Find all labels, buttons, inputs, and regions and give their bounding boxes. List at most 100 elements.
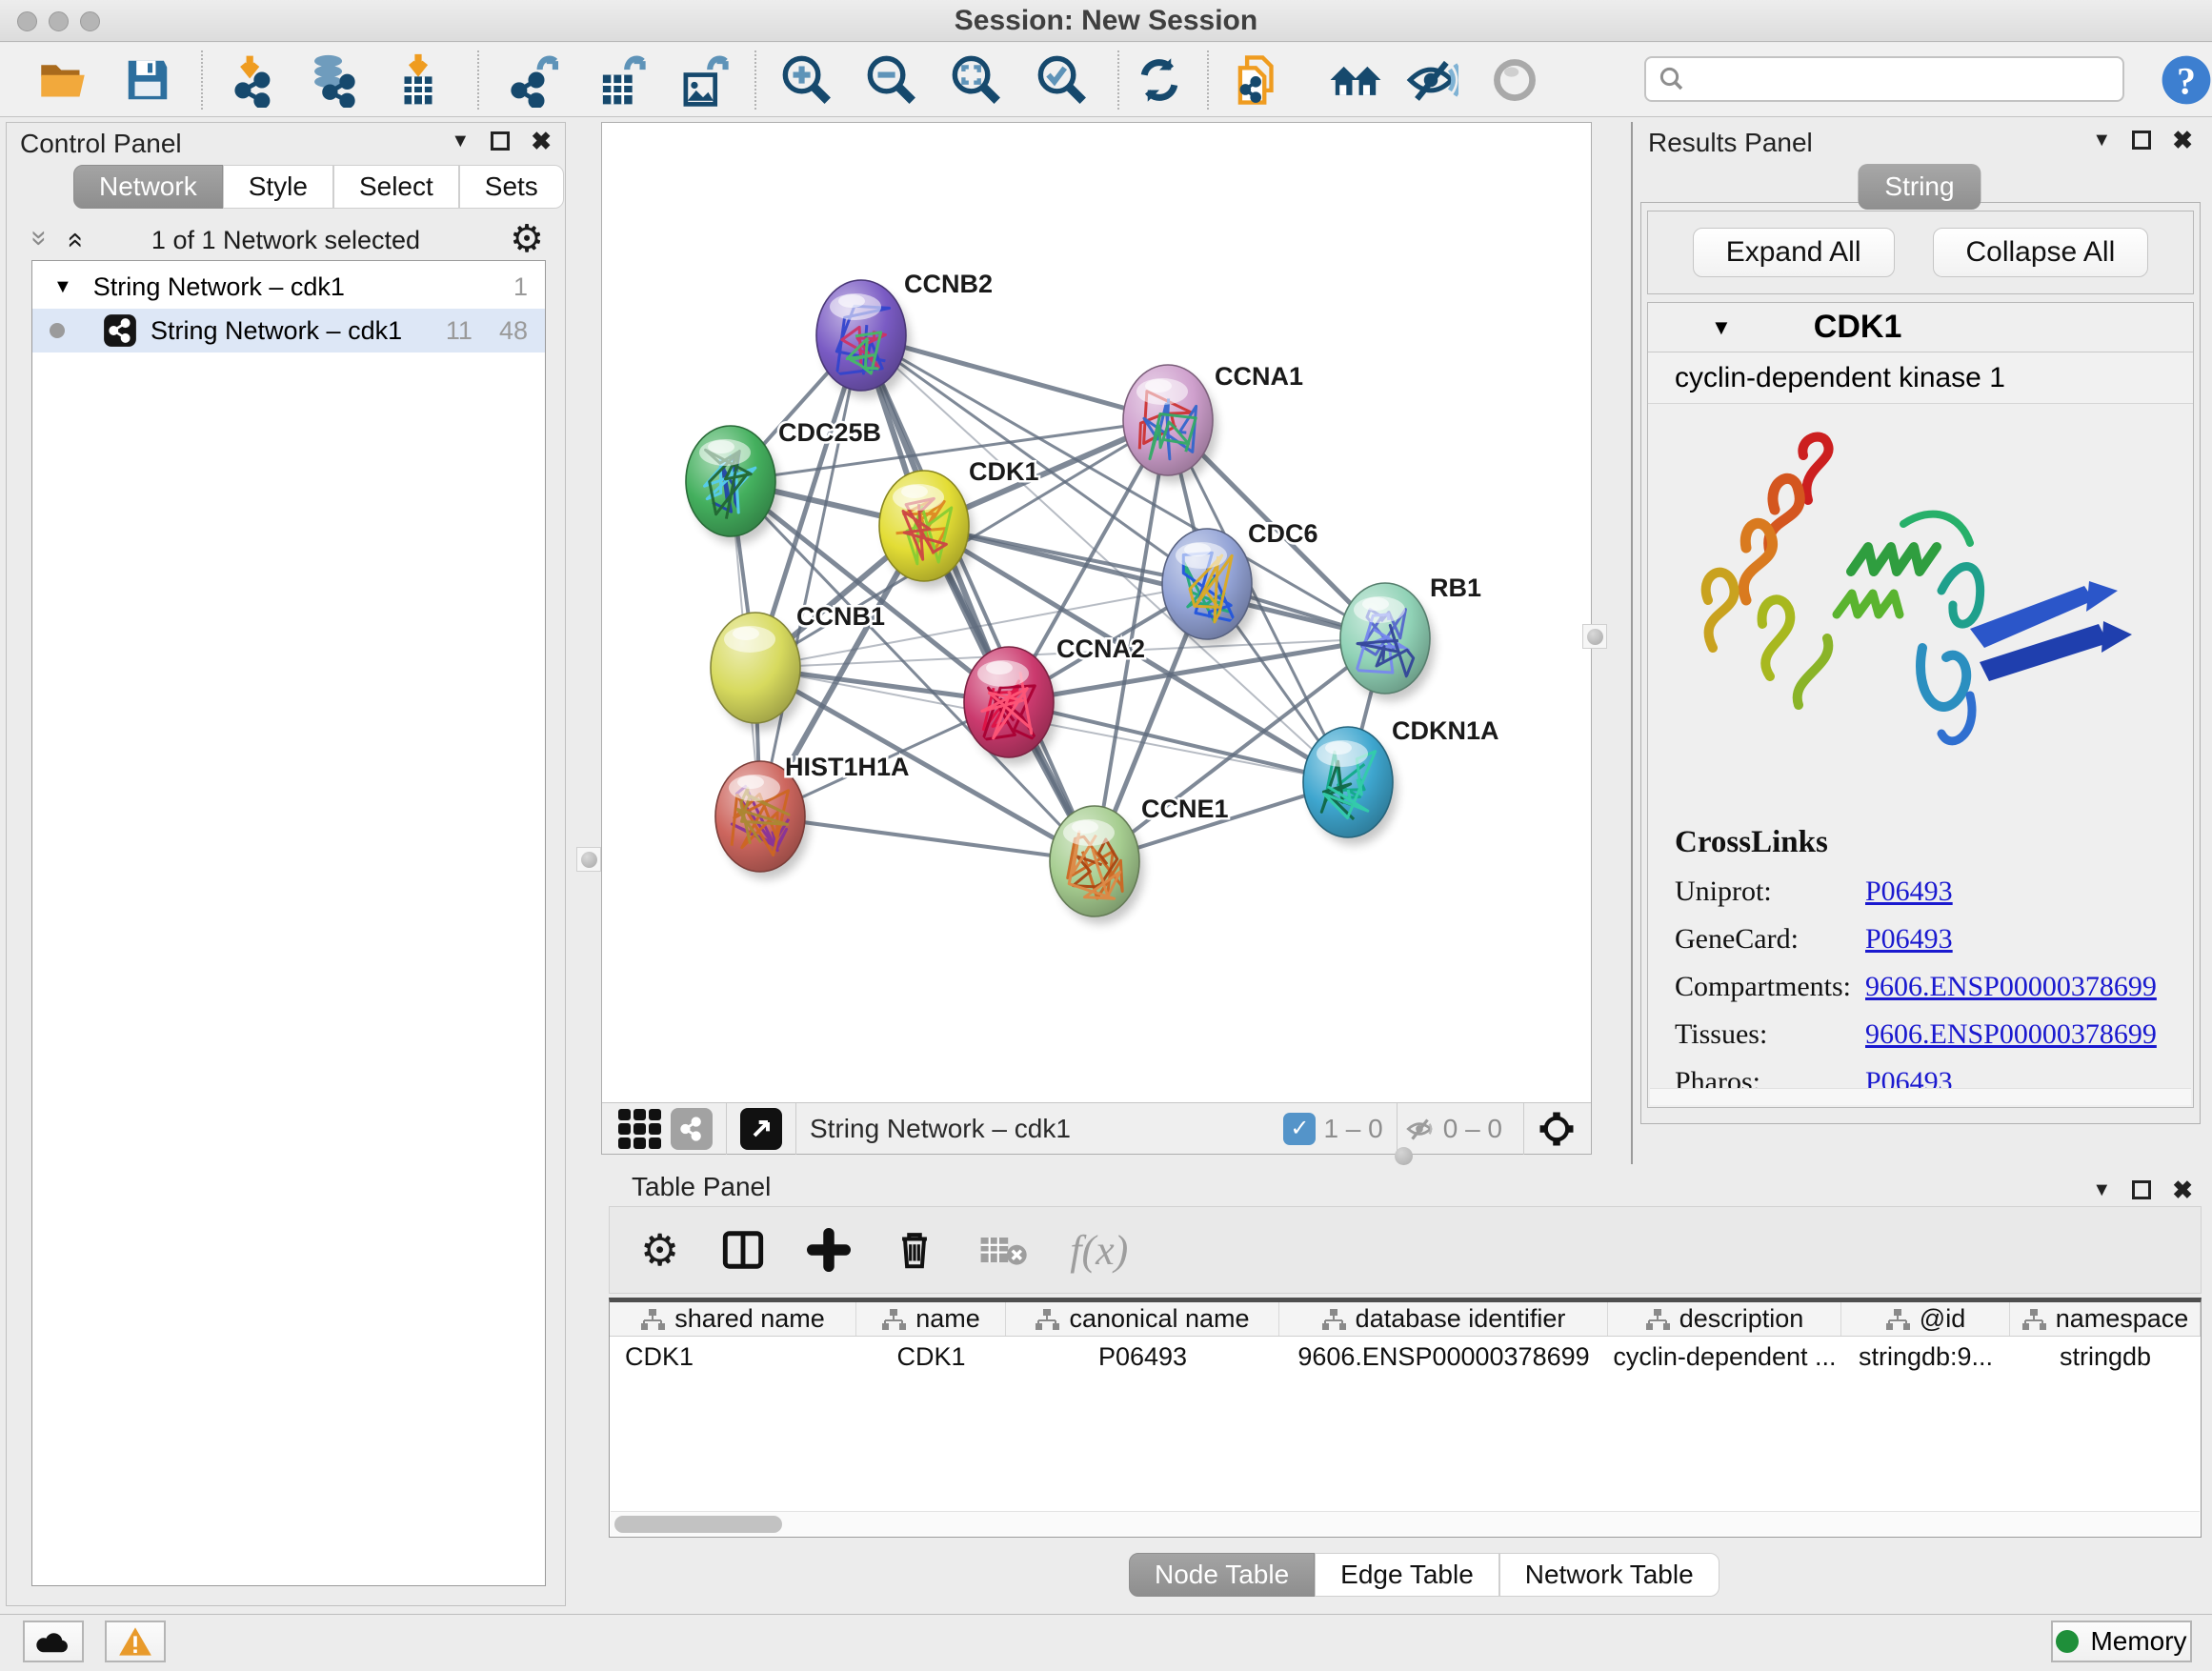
navigator-crosshair-icon[interactable] bbox=[1538, 1110, 1576, 1148]
gear-icon[interactable]: ⚙ bbox=[640, 1228, 679, 1272]
import-network-file-button[interactable] bbox=[222, 50, 281, 110]
table-cell: stringdb bbox=[2010, 1337, 2201, 1377]
tab-network-table[interactable]: Network Table bbox=[1499, 1553, 1719, 1597]
crosslink-value-link[interactable]: P06493 bbox=[1865, 923, 1953, 956]
protein-node-cdc6[interactable] bbox=[1162, 529, 1257, 647]
table-header-row[interactable]: shared namenamecanonical name database id… bbox=[610, 1302, 2201, 1337]
zoom-in-button[interactable] bbox=[777, 50, 836, 110]
search-box[interactable] bbox=[1644, 56, 2124, 102]
network-view[interactable]: CCNB2CCNA1CDC25BCDK1CDC6RB1CCNB1CCNA2CDK… bbox=[601, 122, 1592, 1155]
protein-node-cdk1[interactable] bbox=[879, 471, 974, 589]
right-divider-handle[interactable] bbox=[1582, 624, 1607, 649]
gene-section-header[interactable]: ▼ CDK1 bbox=[1648, 303, 2193, 352]
crosslink-value-link[interactable]: 9606.ENSP00000378699 bbox=[1865, 1018, 2157, 1051]
search-input[interactable] bbox=[1694, 65, 2094, 94]
node-label: CCNE1 bbox=[1141, 795, 1229, 823]
column-header-4[interactable]: description bbox=[1608, 1302, 1841, 1336]
delete-table-icon[interactable] bbox=[978, 1231, 1028, 1269]
close-panel-icon[interactable]: ✖ bbox=[2172, 1176, 2193, 1205]
window-title: Session: New Session bbox=[955, 5, 1257, 37]
maximize-window-icon[interactable] bbox=[80, 11, 100, 31]
float-panel-icon[interactable] bbox=[2132, 131, 2151, 150]
expand-all-button[interactable]: Expand All bbox=[1693, 228, 1895, 277]
protein-node-ccna1[interactable] bbox=[1123, 365, 1217, 483]
collapse-all-button[interactable]: Collapse All bbox=[1933, 228, 2149, 277]
zoom-out-button[interactable] bbox=[862, 50, 921, 110]
tab-network[interactable]: Network bbox=[73, 165, 223, 209]
tab-style[interactable]: Style bbox=[223, 165, 333, 209]
tab-select[interactable]: Select bbox=[333, 165, 459, 209]
separator bbox=[1523, 1103, 1524, 1155]
section-scrollbar[interactable] bbox=[1650, 1088, 2191, 1105]
split-columns-icon[interactable] bbox=[721, 1228, 765, 1272]
tab-edge-table[interactable]: Edge Table bbox=[1315, 1553, 1499, 1597]
grid-view-icon[interactable] bbox=[615, 1108, 663, 1150]
protein-node-rb1[interactable] bbox=[1340, 583, 1435, 701]
houses-button[interactable] bbox=[1326, 50, 1385, 110]
tab-node-table[interactable]: Node Table bbox=[1129, 1553, 1315, 1597]
zoom-fit-button[interactable] bbox=[947, 50, 1006, 110]
close-panel-icon[interactable]: ✖ bbox=[2172, 126, 2193, 155]
function-builder-icon[interactable]: f(x) bbox=[1070, 1226, 1128, 1275]
share-view-icon[interactable] bbox=[671, 1108, 713, 1150]
gear-icon[interactable]: ⚙ bbox=[510, 220, 544, 258]
toolbar-separator bbox=[754, 50, 756, 110]
protein-node-ccnb2[interactable] bbox=[816, 280, 911, 398]
section-expander-icon[interactable]: ▼ bbox=[1711, 315, 1732, 340]
delete-icon[interactable] bbox=[893, 1228, 936, 1272]
network-collection-row[interactable]: ▼ String Network – cdk1 1 bbox=[32, 265, 545, 309]
table-row[interactable]: CDK1CDK1P064939606.ENSP00000378699cyclin… bbox=[610, 1337, 2201, 1377]
import-network-database-button[interactable] bbox=[304, 50, 363, 110]
protein-node-ccna2[interactable] bbox=[964, 647, 1058, 765]
network-canvas[interactable]: CCNB2CCNA1CDC25BCDK1CDC6RB1CCNB1CCNA2CDK… bbox=[602, 123, 1591, 1102]
network-row[interactable]: String Network – cdk1 11 48 bbox=[32, 309, 545, 352]
float-panel-icon[interactable] bbox=[2132, 1180, 2151, 1199]
column-header-3[interactable]: database identifier bbox=[1279, 1302, 1608, 1336]
minimize-window-icon[interactable] bbox=[49, 11, 69, 31]
protein-node-ccne1[interactable] bbox=[1050, 806, 1144, 924]
help-button[interactable]: ? bbox=[2157, 50, 2212, 110]
column-header-label: database identifier bbox=[1356, 1304, 1566, 1334]
import-table-file-button[interactable] bbox=[389, 50, 448, 110]
selected-checkbox-icon[interactable]: ✓ bbox=[1283, 1113, 1316, 1145]
zoom-selected-button[interactable] bbox=[1033, 50, 1092, 110]
window-controls[interactable] bbox=[17, 11, 100, 31]
add-column-icon[interactable] bbox=[807, 1228, 851, 1272]
memory-button[interactable]: Memory bbox=[2051, 1621, 2192, 1662]
open-session-button[interactable] bbox=[33, 50, 92, 110]
export-table-button[interactable] bbox=[591, 50, 650, 110]
table-horizontal-scrollbar[interactable] bbox=[611, 1511, 2200, 1536]
scrollbar-thumb[interactable] bbox=[614, 1516, 782, 1533]
close-panel-icon[interactable]: ✖ bbox=[531, 127, 552, 156]
column-header-1[interactable]: name bbox=[856, 1302, 1006, 1336]
left-divider-handle[interactable] bbox=[576, 847, 601, 872]
refresh-layout-button[interactable] bbox=[1130, 50, 1189, 110]
hide-glass-effect-button[interactable] bbox=[1401, 50, 1460, 110]
protein-node-cdkn1a[interactable] bbox=[1303, 727, 1398, 845]
collection-expander-icon[interactable]: ▼ bbox=[53, 276, 72, 298]
float-panel-icon[interactable] bbox=[491, 131, 510, 151]
houses-icon bbox=[1327, 51, 1384, 109]
column-header-6[interactable]: namespace bbox=[2010, 1302, 2201, 1336]
cloud-button[interactable] bbox=[23, 1621, 84, 1662]
crosslink-value-link[interactable]: 9606.ENSP00000378699 bbox=[1865, 971, 2157, 1003]
column-header-0[interactable]: shared name bbox=[610, 1302, 856, 1336]
close-window-icon[interactable] bbox=[17, 11, 37, 31]
warnings-button[interactable] bbox=[105, 1621, 166, 1662]
crosslink-value-link[interactable]: P06493 bbox=[1865, 876, 1953, 908]
collapse-panel-icon[interactable]: ▼ bbox=[451, 131, 470, 152]
tab-sets[interactable]: Sets bbox=[459, 165, 564, 209]
column-header-2[interactable]: canonical name bbox=[1006, 1302, 1279, 1336]
column-header-5[interactable]: @id bbox=[1841, 1302, 2010, 1336]
collapse-panel-icon[interactable]: ▼ bbox=[2092, 1179, 2111, 1201]
export-network-button[interactable] bbox=[507, 50, 566, 110]
export-image-button[interactable] bbox=[674, 50, 733, 110]
tab-string[interactable]: String bbox=[1858, 164, 1981, 210]
birdseye-view-icon[interactable] bbox=[740, 1108, 782, 1150]
sphere-button[interactable] bbox=[1485, 50, 1544, 110]
clone-network-button[interactable] bbox=[1228, 50, 1287, 110]
save-session-button[interactable] bbox=[118, 50, 177, 110]
horizontal-divider-handle[interactable] bbox=[1395, 1147, 1413, 1165]
collapse-panel-icon[interactable]: ▼ bbox=[2092, 130, 2111, 151]
protein-node-ccnb1[interactable] bbox=[711, 613, 805, 731]
